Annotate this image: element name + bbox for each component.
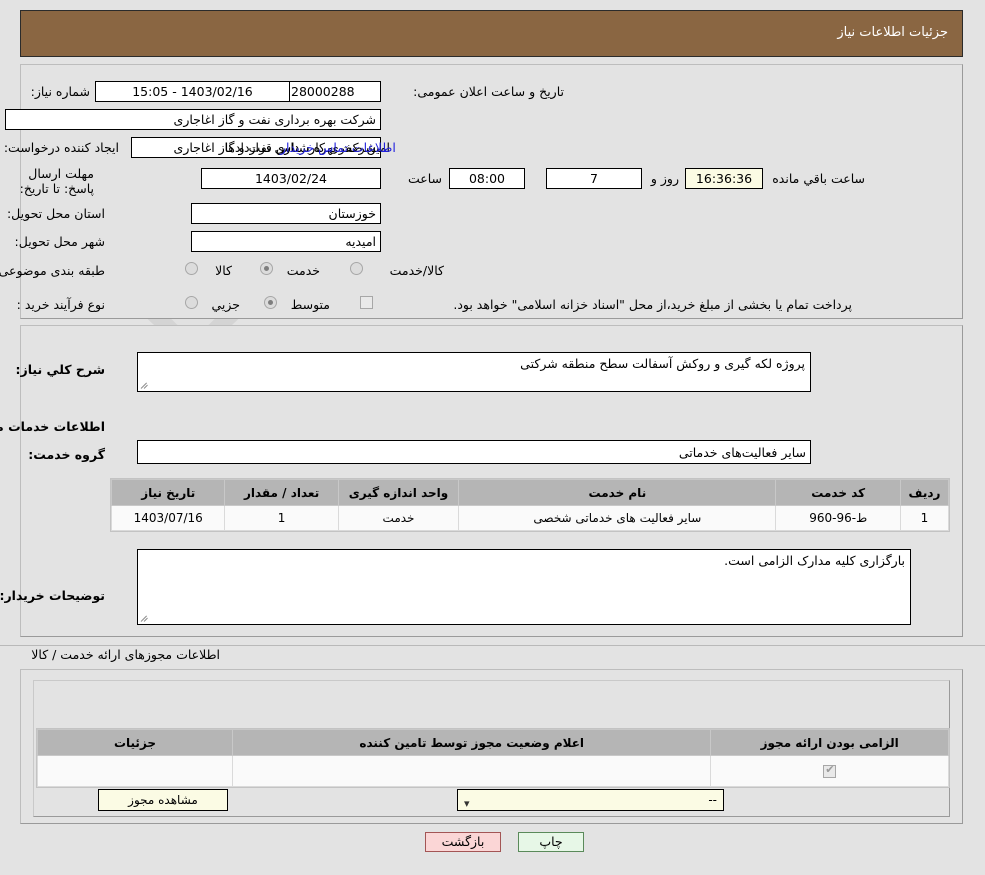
deadline-label: مهلت ارسال پاسخ: تا تاریخ: xyxy=(19,166,94,196)
buyer-comments-value: بارگزاری کلیه مدارک الزامی است. xyxy=(724,553,905,568)
radio-process-medium[interactable] xyxy=(264,296,277,309)
radio-category-goods[interactable] xyxy=(185,262,198,275)
province-value: خوزستان xyxy=(191,203,381,224)
th-name: نام خدمت xyxy=(458,479,777,506)
table-row: 1 ط-96-960 سایر فعالیت های خدماتی شخصی خ… xyxy=(110,505,950,531)
buyer-contact-link[interactable]: اطلاعات تماس خریدار xyxy=(280,140,396,155)
services-table-header-row: ردیف کد خدمت نام خدمت واحد اندازه گیری ت… xyxy=(110,479,950,506)
need-info-panel xyxy=(20,64,963,319)
category-label: طبقه بندی موضوعی: xyxy=(0,263,105,278)
deadline-date-value: 1403/02/24 xyxy=(201,168,381,189)
permits-section-title: اطلاعات مجوزهای ارائه خدمت / کالا xyxy=(31,647,220,662)
buyer-comments-textarea[interactable]: بارگزاری کلیه مدارک الزامی است. xyxy=(137,549,911,625)
cell-code: ط-96-960 xyxy=(775,505,901,531)
resize-grip-icon xyxy=(140,380,150,390)
services-heading: اطلاعات خدمات مورد نیاز xyxy=(0,419,105,434)
radio-category-service[interactable] xyxy=(260,262,273,275)
th-permit-required: الزامی بودن ارائه مجوز xyxy=(710,729,949,756)
radio-process-minor[interactable] xyxy=(185,296,198,309)
page-root: AriaTender.net جزئیات اطلاعات نیاز شماره… xyxy=(0,0,985,875)
th-row: ردیف xyxy=(899,479,950,506)
back-button[interactable]: بازگشت xyxy=(425,832,501,852)
cell-qty: 1 xyxy=(224,505,339,531)
section-divider xyxy=(0,645,985,646)
announce-label: تاریخ و ساعت اعلان عمومی: xyxy=(413,84,564,99)
radio-category-goods-service-label: کالا/خدمت xyxy=(389,263,444,278)
print-button[interactable]: چاپ xyxy=(518,832,584,852)
city-value: امیدیه xyxy=(191,231,381,252)
permit-status-value: -- xyxy=(708,793,717,807)
cell-unit: خدمت xyxy=(337,505,460,531)
th-code: کد خدمت xyxy=(775,479,901,506)
th-permit-status: اعلام وضعیت مجوز توسط تامین کننده xyxy=(232,729,712,756)
deadline-hour-label: ساعت xyxy=(407,171,442,186)
chevron-down-icon: ▾ xyxy=(464,797,470,810)
cell-date: 1403/07/16 xyxy=(110,505,226,531)
remaining-days-value: 7 xyxy=(546,168,642,189)
province-label: استان محل تحویل: xyxy=(6,206,105,221)
request-creator-label: ایجاد کننده درخواست: xyxy=(3,140,119,155)
permit-required-checkbox xyxy=(823,763,837,778)
treasury-bond-text: پرداخت تمام یا بخشی از مبلغ خرید،از محل … xyxy=(453,297,852,312)
radio-category-goods-service[interactable] xyxy=(350,262,363,275)
deadline-hour-value: 08:00 xyxy=(449,168,525,189)
remaining-days-label: روز و xyxy=(650,171,679,186)
service-group-value: سایر فعالیت‌های خدماتی xyxy=(137,440,811,464)
cell-name: سایر فعالیت های خدماتی شخصی xyxy=(458,505,777,531)
city-label: شهر محل تحویل: xyxy=(14,234,105,249)
page-header: جزئیات اطلاعات نیاز xyxy=(20,10,963,57)
radio-category-goods-label: کالا xyxy=(215,263,232,278)
permits-table-header-row: الزامی بودن ارائه مجوز اعلام وضعیت مجوز … xyxy=(36,729,949,756)
general-desc-value: پروژه لکه گیری و روکش آسفالت سطح منطقه ش… xyxy=(520,356,805,371)
th-date: تاریخ نیاز xyxy=(110,479,226,506)
treasury-bond-checkbox[interactable] xyxy=(360,296,373,309)
page-title: جزئیات اطلاعات نیاز xyxy=(837,25,948,40)
cell-permit-details xyxy=(36,755,234,787)
th-unit: واحد اندازه گیری xyxy=(337,479,460,506)
radio-process-medium-label: متوسط xyxy=(290,297,330,312)
th-qty: تعداد / مقدار xyxy=(224,479,339,506)
cell-permit-required xyxy=(710,755,949,787)
remaining-time-label: ساعت باقي مانده xyxy=(772,171,865,186)
service-group-label: گروه خدمت: xyxy=(28,447,105,462)
cell-row: 1 xyxy=(899,505,950,531)
remaining-time-value: 16:36:36 xyxy=(685,168,763,189)
permits-table: الزامی بودن ارائه مجوز اعلام وضعیت مجوز … xyxy=(36,729,949,787)
buyer-org-value: شرکت بهره برداری نفت و گاز اغاجاری xyxy=(5,109,381,130)
th-permit-details: جزئیات xyxy=(36,729,234,756)
general-desc-textarea[interactable]: پروژه لکه گیری و روکش آسفالت سطح منطقه ش… xyxy=(137,352,811,392)
cell-permit-status xyxy=(232,755,712,787)
permit-status-select[interactable]: -- ▾ xyxy=(457,789,724,811)
process-label: نوع فرآیند خرید : xyxy=(16,297,105,312)
radio-process-minor-label: جزیي xyxy=(211,297,240,312)
view-permit-button[interactable]: مشاهده مجوز xyxy=(98,789,228,811)
resize-grip-icon-2 xyxy=(140,613,150,623)
general-desc-label: شرح کلي نیاز: xyxy=(15,362,105,377)
buyer-comments-label: توضیحات خریدار: xyxy=(0,588,105,603)
services-table: ردیف کد خدمت نام خدمت واحد اندازه گیری ت… xyxy=(110,479,950,531)
radio-category-service-label: خدمت xyxy=(286,263,320,278)
table-row xyxy=(36,755,949,787)
need-number-label: شماره نیاز: xyxy=(30,84,90,99)
announce-datetime-value: 1403/02/16 - 15:05 xyxy=(95,81,290,102)
